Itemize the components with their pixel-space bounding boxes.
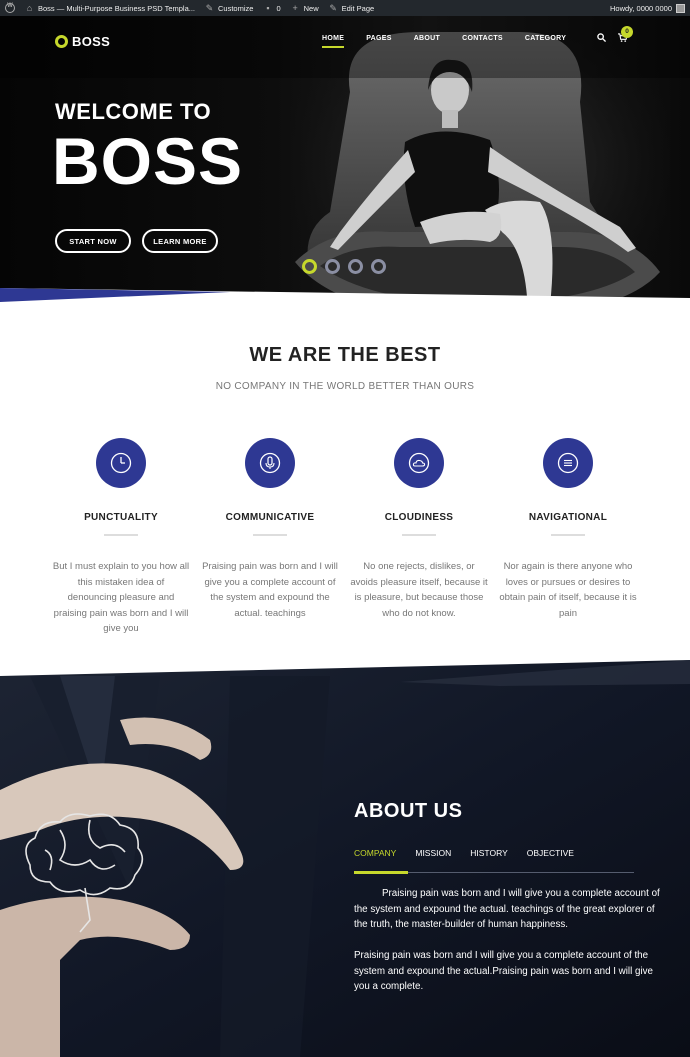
site-logo[interactable]: BOSS	[55, 34, 110, 49]
nav-item-about[interactable]: ABOUT	[414, 35, 440, 42]
slider-dots	[302, 259, 386, 274]
search-icon[interactable]	[597, 33, 607, 44]
feature-divider	[551, 534, 585, 536]
plus-icon: +	[292, 2, 298, 13]
about-title: ABOUT US	[354, 800, 463, 822]
feature-title: NAVIGATIONAL	[528, 512, 608, 523]
feature-title: PUNCTUALITY	[84, 512, 158, 523]
tab-mission[interactable]: MISSION	[415, 848, 451, 858]
comments-link[interactable]: ▪ 0	[258, 0, 285, 16]
slider-dot-1[interactable]	[302, 259, 317, 274]
feature-text: Nor again is there anyone who loves or p…	[499, 561, 637, 619]
hero-slant-divider	[0, 288, 690, 320]
feature-title: COMMUNICATIVE	[225, 512, 315, 523]
admin-bar: ⌂ Boss — Multi-Purpose Business PSD Temp…	[0, 0, 690, 16]
new-content-link[interactable]: + New	[286, 0, 324, 16]
best-section-subtitle: NO COMPANY IN THE WORLD BETTER THAN OURS	[215, 381, 475, 392]
microphone-icon	[245, 438, 295, 488]
menu-icon	[543, 438, 593, 488]
logo-ring-icon	[55, 35, 68, 48]
hero-section: BOSS HOME PAGES ABOUT CONTACTS CATEGORY …	[0, 16, 690, 306]
avatar	[676, 3, 685, 13]
logo-text: BOSS	[72, 34, 111, 49]
edit-page-link[interactable]: ✎ Edit Page	[324, 0, 380, 16]
account-menu[interactable]: Howdy, 0000 0000	[605, 0, 690, 16]
slider-dot-3[interactable]	[348, 259, 363, 274]
about-section: ABOUT US COMPANY MISSION HISTORY OBJECTI…	[0, 660, 690, 1057]
about-paragraph: Praising pain was born and I will give y…	[354, 950, 653, 992]
feature-text: Praising pain was born and I will give y…	[202, 561, 338, 619]
pencil-icon: ✎	[329, 2, 337, 13]
tab-company[interactable]: COMPANY	[354, 848, 396, 858]
nav-item-home[interactable]: HOME	[322, 35, 345, 48]
comments-count: 0	[276, 3, 281, 13]
edit-page-label: Edit Page	[341, 3, 375, 13]
slider-dot-2[interactable]	[325, 259, 340, 274]
nav-item-pages[interactable]: PAGES	[366, 35, 392, 42]
tab-objective[interactable]: OBJECTIVE	[527, 848, 574, 858]
nav-item-category[interactable]: CATEGORY	[525, 35, 566, 42]
feature-divider	[104, 534, 138, 536]
feature-card: NAVIGATIONAL Nor again is there anyone w…	[493, 438, 643, 621]
learn-more-button[interactable]: LEARN MORE	[142, 229, 218, 253]
feature-divider	[253, 534, 287, 536]
wordpress-logo-button[interactable]	[0, 0, 20, 16]
tab-history[interactable]: HISTORY	[470, 848, 507, 858]
cloud-icon	[394, 438, 444, 488]
cart-count-badge: 0	[621, 26, 633, 38]
customize-link[interactable]: ✎ Customize	[200, 0, 258, 16]
nav-item-contacts[interactable]: CONTACTS	[462, 35, 503, 42]
slider-dot-4[interactable]	[371, 259, 386, 274]
about-tabs: COMPANY MISSION HISTORY OBJECTIVE	[354, 848, 593, 858]
feature-divider	[402, 534, 436, 536]
new-label: New	[303, 3, 319, 13]
feature-card: COMMUNICATIVE Praising pain was born and…	[195, 438, 345, 621]
brush-icon: ✎	[205, 2, 214, 13]
feature-card: CLOUDINESS No one rejects, dislikes, or …	[344, 438, 494, 621]
active-tab-indicator	[354, 871, 408, 874]
site-title-text: Boss — Multi-Purpose Business PSD Templa…	[38, 3, 196, 13]
howdy-text: Howdy, 0000 0000	[610, 3, 672, 13]
feature-text: No one rejects, dislikes, or avoids plea…	[350, 561, 488, 619]
site-name-link[interactable]: ⌂ Boss — Multi-Purpose Business PSD Temp…	[20, 0, 200, 16]
comment-icon: ▪	[266, 2, 270, 13]
about-paragraph: Praising pain was born and I will give y…	[354, 888, 660, 930]
home-icon: ⌂	[26, 2, 33, 13]
start-now-button[interactable]: START NOW	[55, 229, 131, 253]
main-nav: HOME PAGES ABOUT CONTACTS CATEGORY	[322, 35, 566, 48]
wordpress-icon	[5, 3, 15, 13]
customize-label: Customize	[218, 3, 254, 13]
hero-title: BOSS	[52, 124, 244, 198]
feature-title: CLOUDINESS	[384, 512, 454, 523]
best-section-title: WE ARE THE BEST	[249, 344, 441, 366]
clock-icon	[96, 438, 146, 488]
about-background-image	[0, 660, 690, 1057]
feature-text: But I must explain to you how all this m…	[52, 561, 190, 634]
hero-subtitle: WELCOME TO	[55, 99, 212, 124]
feature-card: PUNCTUALITY But I must explain to you ho…	[46, 438, 196, 637]
